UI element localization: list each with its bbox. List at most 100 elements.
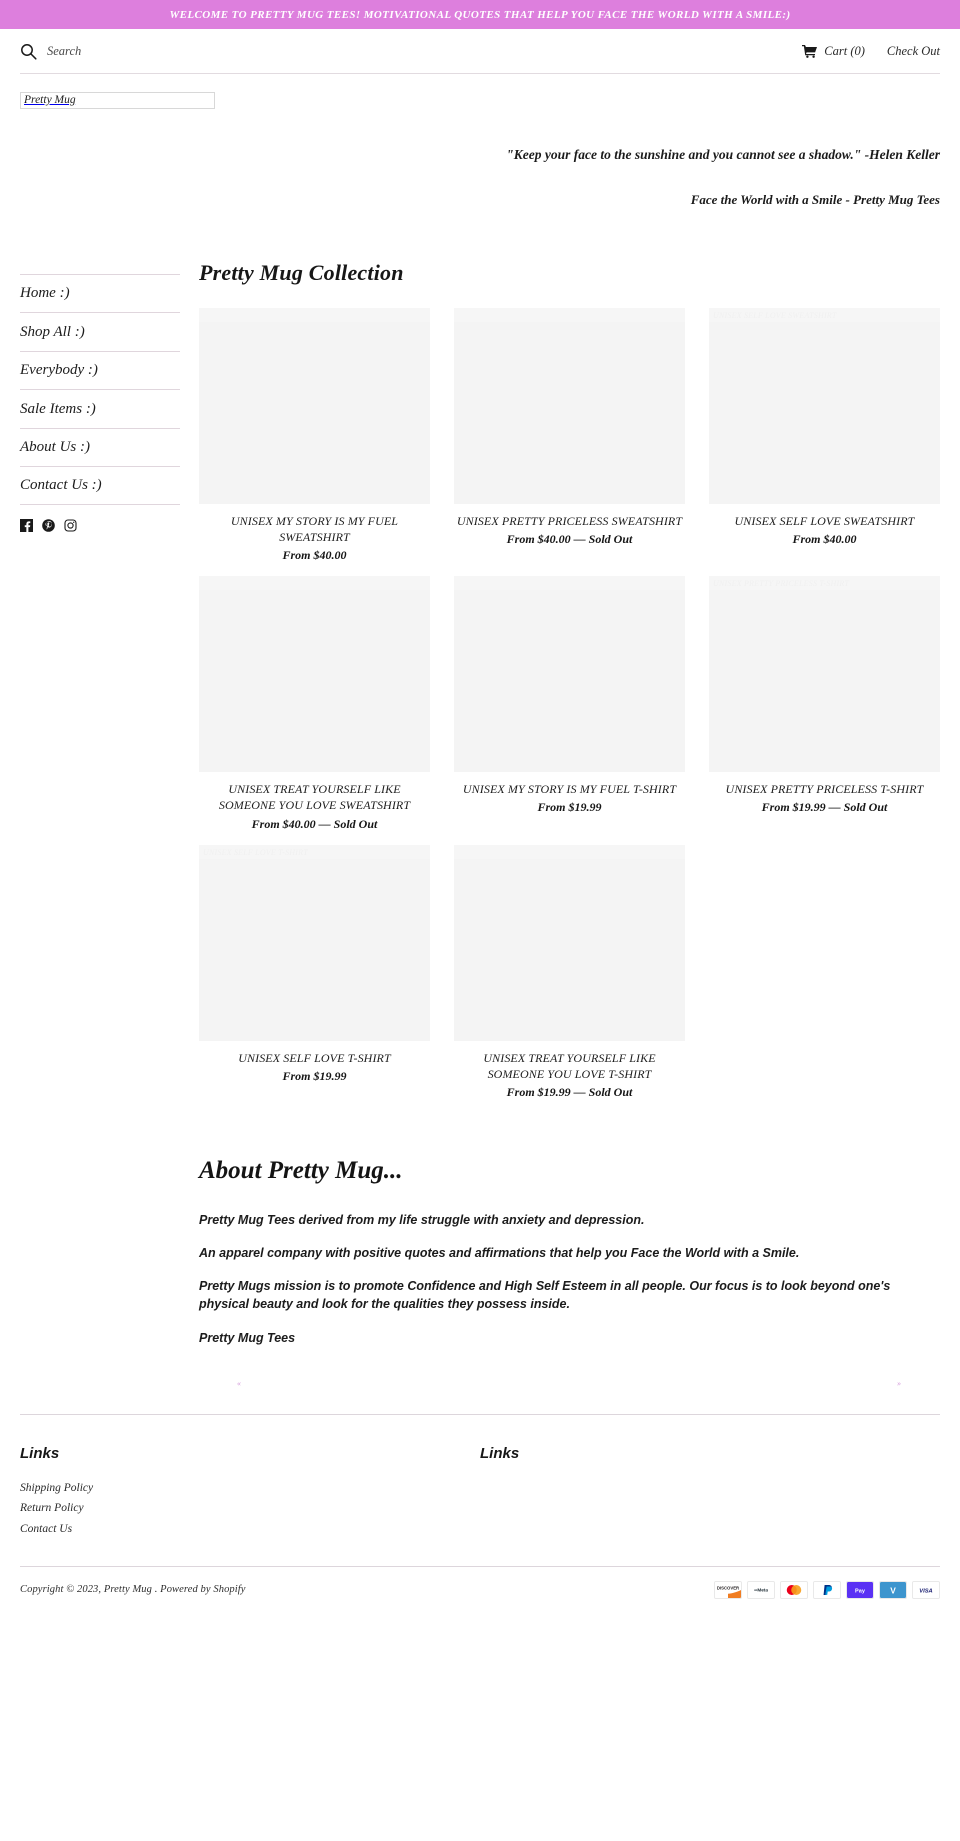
footer-heading: Links: [20, 1444, 60, 1462]
cart-link[interactable]: Cart (0): [802, 44, 865, 59]
checkout-link[interactable]: Check Out: [887, 44, 940, 59]
product-image[interactable]: UNISEX SELF LOVE SWEATSHIRT: [709, 307, 940, 504]
about-paragraph: An apparel company with positive quotes …: [199, 1246, 800, 1261]
product-image[interactable]: [454, 576, 685, 773]
shopping-cart-icon: [802, 45, 818, 58]
product-title[interactable]: UNISEX SELF LOVE T-SHIRT: [199, 1050, 430, 1066]
shop-pay-icon: Pay: [846, 1580, 874, 1599]
product-image-alt-text: UNISEX SELF LOVE T-SHIRT: [203, 847, 308, 857]
sidebar-item-contact-us[interactable]: Contact Us :): [20, 466, 180, 505]
product-title[interactable]: UNISEX TREAT YOURSELF LIKE SOMEONE YOU L…: [199, 781, 430, 813]
footer-link-item: Return Policy: [20, 1498, 480, 1517]
sidebar-item-shop-all[interactable]: Shop All :): [20, 312, 180, 351]
product-image-shade: [454, 576, 685, 591]
pinterest-icon[interactable]: [42, 519, 55, 532]
product-card[interactable]: UNISEX PRETTY PRICELESS T-SHIRT UNISEX PR…: [709, 576, 940, 831]
social-links: [20, 518, 180, 532]
discover-icon: DISCOVER: [714, 1580, 742, 1599]
announcement-text: WELCOME TO PRETTY MUG TEES! MOTIVATIONAL…: [169, 8, 791, 21]
product-price: From $40.00: [282, 548, 347, 563]
visa-icon: VISA: [912, 1580, 940, 1599]
sidebar-item-label[interactable]: Home :): [20, 286, 70, 301]
about-section: About Pretty Mug... Pretty Mug Tees deri…: [199, 1157, 940, 1347]
page-title: Pretty Mug Collection: [199, 259, 404, 285]
mastercard-icon: [780, 1580, 808, 1599]
product-price: From $40.00 — Sold Out: [506, 532, 633, 547]
search-icon[interactable]: [20, 43, 37, 60]
product-image[interactable]: UNISEX SELF LOVE T-SHIRT: [199, 844, 430, 1041]
paypal-icon: [813, 1580, 841, 1599]
product-grid: UNISEX MY STORY IS MY FUEL SWEATSHIRT Fro…: [199, 307, 940, 1113]
instagram-icon[interactable]: [64, 519, 77, 532]
footer-link-list: Shipping Policy Return Policy Contact Us: [20, 1478, 480, 1538]
pagination-prev[interactable]: «: [237, 1379, 242, 1388]
logo-area: Pretty Mug: [0, 74, 960, 109]
cart-label: Cart (0): [824, 44, 865, 58]
footer-column: Links Shipping Policy Return Policy Contact…: [20, 1445, 480, 1540]
svg-text:VISA: VISA: [919, 1588, 932, 1594]
pagination: « »: [199, 1379, 940, 1388]
facebook-icon[interactable]: [20, 518, 33, 532]
product-price: From $40.00 — Sold Out: [251, 816, 378, 831]
sidebar-item-label[interactable]: Shop All :): [20, 324, 85, 340]
sidebar-item-about-us[interactable]: About Us :): [20, 427, 180, 467]
sidebar-item-label[interactable]: Everybody :): [20, 363, 98, 378]
product-image[interactable]: [454, 307, 685, 504]
product-card[interactable]: UNISEX TREAT YOURSELF LIKE SOMEONE YOU L…: [199, 576, 430, 831]
footer-link[interactable]: Contact Us: [20, 1523, 72, 1535]
page-body: Home :) Shop All :) Everybody :) Sale Items…: [0, 260, 960, 1388]
sidebar-item-everybody[interactable]: Everybody :): [20, 350, 180, 390]
product-image[interactable]: [199, 576, 430, 773]
search-input[interactable]: [47, 44, 267, 59]
svg-text:DISCOVER: DISCOVER: [717, 1585, 739, 1590]
footer-link-item: Shipping Policy: [20, 1478, 480, 1497]
about-paragraph: Pretty Mugs mission is to promote Confid…: [199, 1279, 891, 1312]
site-logo[interactable]: Pretty Mug: [20, 92, 215, 109]
product-card[interactable]: UNISEX MY STORY IS MY FUEL T-SHIRT From $…: [454, 576, 685, 831]
hero-section: "Keep your face to the sunshine and you …: [0, 109, 960, 208]
product-image-shade: [454, 844, 685, 859]
product-card[interactable]: UNISEX SELF LOVE T-SHIRT UNISEX SELF LOVE…: [199, 844, 430, 1100]
footer-link[interactable]: Return Policy: [20, 1502, 84, 1514]
site-logo-text: Pretty Mug: [24, 93, 76, 106]
sidebar-item-label[interactable]: Sale Items :): [20, 401, 96, 417]
product-image-shade: [199, 307, 430, 322]
footer-link-item: Contact Us: [20, 1519, 480, 1538]
sidebar-item-sale-items[interactable]: Sale Items :): [20, 389, 180, 428]
hero-tagline: Face the World with a Smile - Pretty Mug…: [690, 191, 940, 207]
meta-pay-icon: ∞Meta: [747, 1580, 775, 1599]
product-card[interactable]: UNISEX PRETTY PRICELESS SWEATSHIRT From $…: [454, 307, 685, 563]
product-price: From $19.99: [282, 1068, 347, 1083]
pagination-next[interactable]: »: [897, 1379, 902, 1388]
announcement-bar: WELCOME TO PRETTY MUG TEES! MOTIVATIONAL…: [0, 0, 960, 29]
product-price: From $19.99: [537, 800, 602, 815]
footer-column: Links: [480, 1445, 940, 1540]
product-image-alt-text: UNISEX SELF LOVE SWEATSHIRT: [713, 310, 837, 320]
utility-bar: Cart (0) Check Out: [0, 29, 960, 74]
footer: Links Shipping Policy Return Policy Contact…: [0, 1415, 960, 1540]
svg-text:∞Meta: ∞Meta: [754, 1587, 768, 1592]
product-image[interactable]: UNISEX PRETTY PRICELESS T-SHIRT: [709, 576, 940, 773]
sidebar: Home :) Shop All :) Everybody :) Sale Items…: [20, 260, 180, 532]
product-title[interactable]: UNISEX MY STORY IS MY FUEL SWEATSHIRT: [199, 513, 430, 545]
product-title[interactable]: UNISEX SELF LOVE SWEATSHIRT: [709, 513, 940, 529]
product-title[interactable]: UNISEX MY STORY IS MY FUEL T-SHIRT: [454, 781, 685, 797]
svg-text:Pay: Pay: [855, 1588, 866, 1594]
product-title[interactable]: UNISEX TREAT YOURSELF LIKE SOMEONE YOU L…: [454, 1050, 685, 1082]
sidebar-item-label[interactable]: Contact Us :): [20, 478, 102, 493]
svg-text:V: V: [890, 1585, 896, 1595]
footer-link[interactable]: Shipping Policy: [20, 1482, 93, 1494]
product-image[interactable]: [199, 307, 430, 504]
product-card[interactable]: UNISEX SELF LOVE SWEATSHIRT UNISEX SELF L…: [709, 307, 940, 563]
sidebar-nav: Home :) Shop All :) Everybody :) Sale Items…: [20, 273, 180, 505]
footer-heading: Links: [480, 1444, 520, 1462]
product-card[interactable]: UNISEX TREAT YOURSELF LIKE SOMEONE YOU L…: [454, 844, 685, 1100]
product-card[interactable]: UNISEX MY STORY IS MY FUEL SWEATSHIRT Fro…: [199, 307, 430, 563]
product-image[interactable]: [454, 844, 685, 1041]
utility-links: Cart (0) Check Out: [802, 44, 940, 59]
sidebar-item-home[interactable]: Home :): [20, 273, 180, 313]
product-title[interactable]: UNISEX PRETTY PRICELESS SWEATSHIRT: [454, 513, 685, 529]
sidebar-item-label[interactable]: About Us :): [20, 440, 90, 455]
product-title[interactable]: UNISEX PRETTY PRICELESS T-SHIRT: [709, 781, 940, 797]
product-image-shade: [199, 576, 430, 591]
